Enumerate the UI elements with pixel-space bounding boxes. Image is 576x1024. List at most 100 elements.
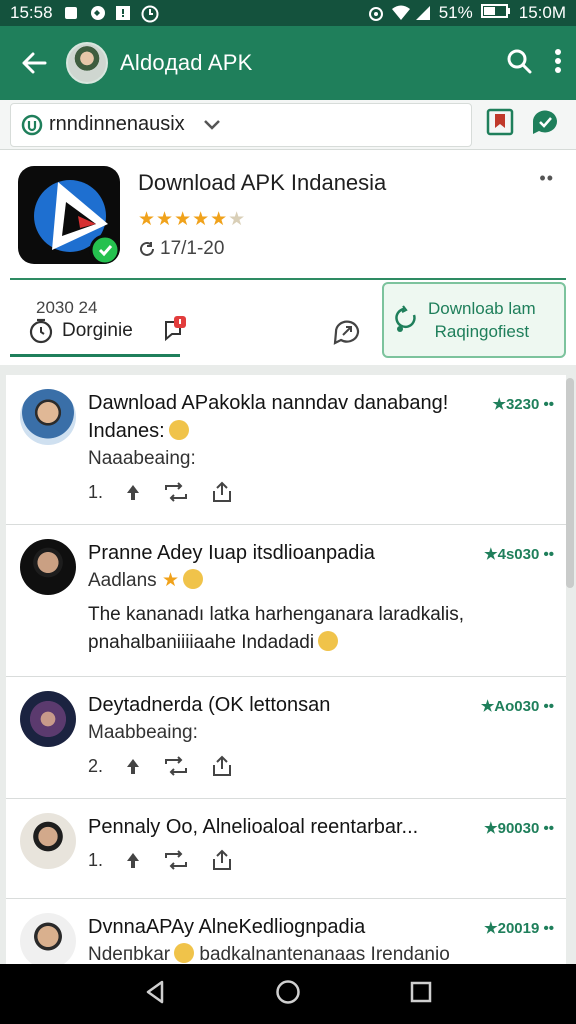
filter-badge-icon — [21, 114, 43, 135]
post-actions: 1. — [88, 849, 554, 871]
post-title: Pennaly Oo, Alnelioaloal reentarbar... — [88, 816, 419, 838]
avatar[interactable] — [20, 813, 76, 869]
post-title: DvnnaAPAy AlneKedliognpadia — [88, 916, 366, 938]
filter-actions — [486, 108, 560, 141]
post-body-text: The kananadı latka harhenganara laradkal… — [88, 604, 465, 653]
battery-icon — [480, 3, 511, 24]
report-button[interactable] — [162, 316, 190, 349]
status-time-right: 15:0M — [518, 3, 566, 22]
triangle-back-icon — [147, 980, 164, 1003]
system-nav-bar — [0, 964, 576, 1024]
chat-bubble-icon — [532, 110, 557, 134]
back-arrow-icon — [22, 52, 47, 74]
avatar[interactable] — [20, 691, 76, 747]
timer-icon — [29, 318, 53, 344]
post-actions: 1. — [88, 481, 554, 503]
avatar[interactable] — [20, 389, 76, 445]
notification-icon — [115, 5, 131, 21]
post-title: Dawnload APakokla nanndav danabang! Inda… — [88, 389, 478, 445]
upvote-icon[interactable] — [125, 851, 141, 869]
scrollbar[interactable] — [566, 378, 574, 588]
post-subtitle-text: Aadlans — [88, 570, 157, 591]
vpn-icon — [89, 5, 105, 21]
wifi-icon — [391, 5, 410, 21]
more-vertical-icon — [555, 48, 561, 73]
filter-dropdown[interactable]: rnndinnenausix — [10, 102, 472, 147]
back-button[interactable] — [14, 43, 54, 83]
post-title-text: Dawnload APakokla nanndav danabang! Inda… — [88, 392, 449, 442]
clock-icon — [141, 5, 159, 23]
status-time-left: 15:58 — [10, 3, 53, 22]
app-logo-icon — [34, 180, 120, 264]
avatar[interactable] — [20, 539, 76, 595]
rating-stars: ★★★★★★ — [138, 208, 246, 231]
download-button-line2: Raqingofiest — [434, 322, 530, 341]
upvote-icon[interactable] — [125, 757, 141, 775]
app-root: 15:58 51% 15:0M Aldoдad APK rnndinnenaus… — [0, 0, 576, 1024]
feed-post[interactable]: Dawnload APakokla nanndav danabang! Inda… — [6, 375, 566, 525]
rating-star-empty: ★ — [228, 209, 247, 230]
battery-percent: 51% — [438, 3, 473, 22]
nav-recents-button[interactable] — [410, 981, 432, 1008]
status-bar: 15:58 51% 15:0M — [0, 0, 576, 26]
repost-icon[interactable] — [163, 850, 189, 870]
download-button-line1: Downloab lam — [428, 299, 536, 318]
feed-post[interactable]: DvnnaAPAy AlneKedliognpadia ★20019 •• Nd… — [6, 899, 566, 965]
repost-icon[interactable] — [163, 756, 189, 776]
smile-emoji-icon — [182, 569, 203, 589]
smile-emoji-icon — [174, 943, 195, 963]
post-meta[interactable]: ★Ao030 •• — [481, 697, 554, 715]
post-meta[interactable]: ★20019 •• — [484, 919, 554, 937]
app-bar-avatar[interactable] — [66, 42, 108, 84]
download-count: 17/1-20 — [138, 238, 224, 260]
app-bar-actions — [506, 48, 562, 79]
post-body: The kananadı latka harhenganara laradkal… — [88, 601, 554, 657]
tab-count: 2030 24 — [36, 298, 98, 317]
feed-post[interactable]: Pennaly Oo, Alnelioaloal reentarbar... ★… — [6, 799, 566, 899]
alarm-icon — [367, 5, 383, 21]
flag-icon — [165, 316, 186, 342]
post-meta[interactable]: ★90030 •• — [484, 819, 554, 837]
share-icon[interactable] — [211, 481, 233, 503]
star-emoji-icon: ★ — [156, 570, 179, 591]
download-button-texts: Downloab lam Raqingofiest — [428, 297, 536, 343]
comment-button[interactable] — [332, 318, 362, 351]
repost-icon[interactable] — [163, 482, 189, 502]
overflow-menu-button[interactable] — [554, 48, 562, 79]
chevron-down-icon — [203, 119, 220, 130]
search-icon — [507, 49, 532, 73]
grin-emoji-icon — [318, 631, 339, 651]
app-icon[interactable] — [18, 166, 120, 264]
download-count-value: 17/1-20 — [160, 238, 225, 259]
signal-icon — [415, 5, 431, 21]
filter-row: rnndinnenausix — [0, 100, 576, 150]
upvote-icon[interactable] — [125, 483, 141, 501]
avatar[interactable] — [20, 913, 76, 965]
search-button[interactable] — [506, 48, 532, 79]
like-count: 1. — [88, 481, 104, 502]
post-subtitle: Aadlans ★ — [88, 567, 554, 595]
rating-stars-filled: ★★★★★ — [138, 209, 229, 230]
feed-list: Dawnload APakokla nanndav danabang! Inda… — [6, 375, 566, 965]
post-meta[interactable]: ★3230 •• — [493, 395, 555, 413]
feed-post[interactable]: Deytadnerda (OK lettonsan ★Ao030 •• Maab… — [6, 677, 566, 799]
feed-post[interactable]: Pranne Adey Iuap itsdlioanpadia ★4s030 •… — [6, 525, 566, 677]
share-button[interactable] — [530, 108, 560, 141]
nav-back-button[interactable] — [144, 980, 166, 1009]
post-meta[interactable]: ★4s030 •• — [484, 545, 554, 563]
refresh-icon — [140, 241, 154, 256]
post-subtitle-tail: badkalnantenanaas Irendanio — [199, 944, 450, 965]
share-icon[interactable] — [211, 849, 233, 871]
tab-downgrade[interactable]: Dorginie — [28, 318, 133, 344]
post-subtitle: Ndeпbkar badkalnantenanaas Irendanio — [88, 941, 554, 965]
filter-label: rnndinnenausix — [49, 113, 185, 135]
nav-home-button[interactable] — [275, 979, 301, 1010]
download-refresh-icon — [395, 305, 416, 332]
app-card-more-button[interactable]: •• — [539, 168, 554, 189]
like-count: 2. — [88, 755, 104, 776]
bookmark-button[interactable] — [486, 108, 514, 141]
thumbs-up-emoji-icon — [168, 420, 189, 440]
download-button[interactable]: Downloab lam Raqingofiest — [382, 282, 566, 358]
share-icon[interactable] — [211, 755, 233, 777]
post-subtitle: Naaabeaing: — [88, 448, 196, 469]
